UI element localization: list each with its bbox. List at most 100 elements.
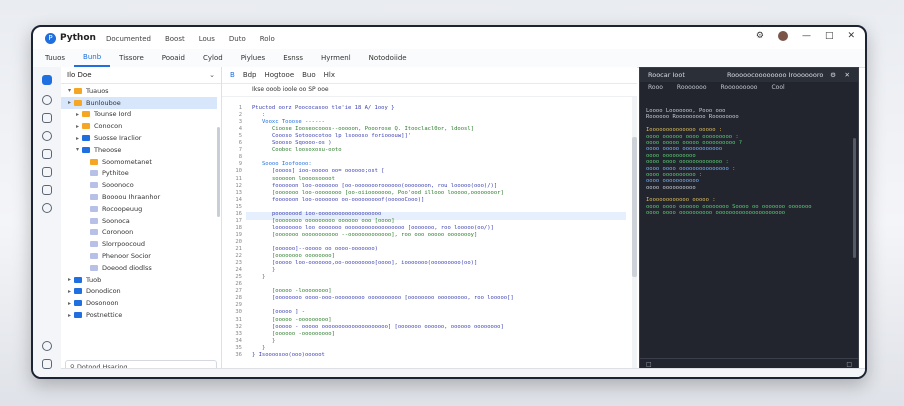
tree-item[interactable]: Phenoor Socior xyxy=(61,250,217,262)
menu-item[interactable]: Duto xyxy=(229,35,246,43)
terminal-scrollbar[interactable] xyxy=(853,138,856,258)
tab-6[interactable]: Esnss xyxy=(274,49,312,67)
tree-item[interactable]: ▸ Tuob xyxy=(61,274,217,286)
tree-item[interactable]: ▸ Donodicon xyxy=(61,286,217,298)
extensions-icon[interactable] xyxy=(42,113,52,123)
chevron-down-icon[interactable]: ⌄ xyxy=(209,67,215,83)
terminal-tab[interactable]: Cool xyxy=(771,82,784,94)
tree-item[interactable]: ▸ Conocon xyxy=(61,120,217,132)
account-icon[interactable] xyxy=(42,341,52,351)
tree-item-label: Theoose xyxy=(94,145,122,154)
terminal-left-icon[interactable]: □ xyxy=(646,361,652,368)
terminal-tab[interactable]: Rooooooooo xyxy=(721,82,758,94)
maximize-icon[interactable]: □ xyxy=(825,31,834,41)
tree-item-label: Tounse Iord xyxy=(94,110,132,119)
toolbar-item[interactable]: Hlx xyxy=(324,71,335,79)
tree-item-label: Sooonoco xyxy=(102,181,134,190)
terminal-output[interactable]: Loooo Looooooo, Pooo ooo Roooooo Rooooooo… xyxy=(646,108,852,357)
tab-1[interactable]: Bunb xyxy=(74,49,111,67)
toolbar-item[interactable]: Buo xyxy=(302,71,316,79)
tree-item[interactable]: ▸ Suosse Iraclior xyxy=(61,132,217,144)
chevron-icon[interactable]: ▸ xyxy=(65,300,74,307)
tree-item[interactable]: Soomometanet xyxy=(61,156,217,168)
tree-item[interactable]: ▸ Bunlouboe xyxy=(61,96,217,109)
line-number: 30 xyxy=(235,309,242,316)
toolbar-item[interactable]: Bdp xyxy=(243,71,257,79)
tree-item[interactable]: Pythitoe xyxy=(61,168,217,180)
explorer-scrollbar[interactable] xyxy=(217,127,220,217)
chevron-icon[interactable]: ▸ xyxy=(73,135,82,142)
tree-item[interactable]: Rocoopeuug xyxy=(61,203,217,215)
chat-icon[interactable] xyxy=(42,95,52,105)
terminal-header: Roocar Ioot Rooooocoooooooo Irooooooro ⚙… xyxy=(640,68,858,82)
tree-item[interactable]: Slorrpoocoud xyxy=(61,238,217,250)
tree-item[interactable]: ▾ Tuauos xyxy=(61,85,217,97)
tree-item[interactable]: ▸ Postnettice xyxy=(61,309,217,321)
explorer-icon[interactable] xyxy=(42,75,52,85)
terminal-right-icon[interactable]: □ xyxy=(846,361,852,368)
tree-item[interactable]: Sooonoco xyxy=(61,179,217,191)
play-icon[interactable] xyxy=(42,185,52,195)
editor-scrollbar-thumb[interactable] xyxy=(632,137,637,277)
close-icon[interactable]: ✕ xyxy=(847,31,855,41)
tree-item-label: Tuauos xyxy=(86,86,109,95)
run-icon[interactable] xyxy=(42,131,52,141)
tree-item-label: Bunlouboe xyxy=(86,98,121,107)
chevron-icon[interactable]: ▾ xyxy=(65,87,74,94)
tree-item-label: Phenoor Socior xyxy=(102,252,151,261)
toolbar-item[interactable]: B xyxy=(230,71,235,79)
folder-icon xyxy=(90,253,98,260)
code-line: sooooon loooosoooot xyxy=(272,175,335,182)
terminal-tab[interactable]: Rooo xyxy=(648,82,663,94)
chevron-icon[interactable]: ▸ xyxy=(73,111,82,118)
source-control-icon[interactable] xyxy=(42,203,52,213)
terminal-close-icon[interactable]: ✕ xyxy=(845,68,850,82)
tree-item[interactable]: Coronoon xyxy=(61,227,217,239)
menu-item[interactable]: Documented xyxy=(106,35,151,43)
chevron-icon[interactable]: ▸ xyxy=(73,123,82,130)
menu-item[interactable]: Rolo xyxy=(260,35,275,43)
folder-icon xyxy=(90,217,98,224)
tree-item[interactable]: ▸ Tounse Iord xyxy=(61,109,217,121)
breadcrumb[interactable]: Ikse ooob ioole oo SP ooe xyxy=(222,84,637,97)
tab-5[interactable]: Piylues xyxy=(232,49,275,67)
explorer-header[interactable]: Ilo Doe ⌄ xyxy=(61,67,221,84)
tab-4[interactable]: Cylod xyxy=(194,49,232,67)
settings-icon[interactable]: ⚙ xyxy=(756,31,764,41)
terminal-line: oooo oooo oooooooooo ooooooooooooooooooo… xyxy=(646,210,786,217)
manage-icon[interactable] xyxy=(42,359,52,369)
tab-8[interactable]: Notodoiide xyxy=(360,49,416,67)
tab-0[interactable]: Tuuos xyxy=(33,49,74,67)
tab-3[interactable]: Pooaid xyxy=(153,49,194,67)
database-icon[interactable] xyxy=(42,149,52,159)
toolbar-item[interactable]: Hogtooe xyxy=(265,71,295,79)
tree-item[interactable]: Soonoca xyxy=(61,215,217,227)
tab-2[interactable]: Tissore xyxy=(110,49,153,67)
minimize-icon[interactable]: — xyxy=(802,31,811,41)
folder-icon xyxy=(90,170,98,177)
folder-icon xyxy=(74,288,82,295)
tree-item[interactable]: ▾ Theoose xyxy=(61,144,217,156)
terminal-settings-icon[interactable]: ⚙ xyxy=(830,68,836,82)
chevron-icon[interactable]: ▸ xyxy=(65,99,74,106)
chevron-icon[interactable]: ▸ xyxy=(65,276,74,283)
tab-7[interactable]: Hyrmenl xyxy=(312,49,360,67)
line-number: 26 xyxy=(235,281,242,288)
menu-item[interactable]: Boost xyxy=(165,35,185,43)
editor-scrollbar-track[interactable] xyxy=(632,97,637,377)
chevron-icon[interactable]: ▾ xyxy=(73,146,82,153)
line-number: 3 xyxy=(238,119,242,126)
code-line: [ooooo - ooooo oooooooooooooooooooo] [oo… xyxy=(272,323,504,330)
chevron-icon[interactable]: ▸ xyxy=(65,288,74,295)
terminal-tab[interactable]: Rooooooo xyxy=(677,82,707,94)
code-area[interactable]: 1 Ptuctod oorz Poococasoo tle'ie 18 A/ 1o… xyxy=(222,97,637,367)
tree-item[interactable]: Doeood diodlss xyxy=(61,262,217,274)
chevron-icon[interactable]: ▸ xyxy=(65,312,74,319)
code-line: [ooooo ] - xyxy=(272,309,306,316)
tree-item[interactable]: ▸ Dosonoon xyxy=(61,297,217,309)
avatar[interactable] xyxy=(777,31,788,41)
tree-item[interactable]: Boooou Ihraanhor xyxy=(61,191,217,203)
folder-icon xyxy=(90,264,98,271)
menu-item[interactable]: Lous xyxy=(199,35,215,43)
document-icon[interactable] xyxy=(42,167,52,177)
